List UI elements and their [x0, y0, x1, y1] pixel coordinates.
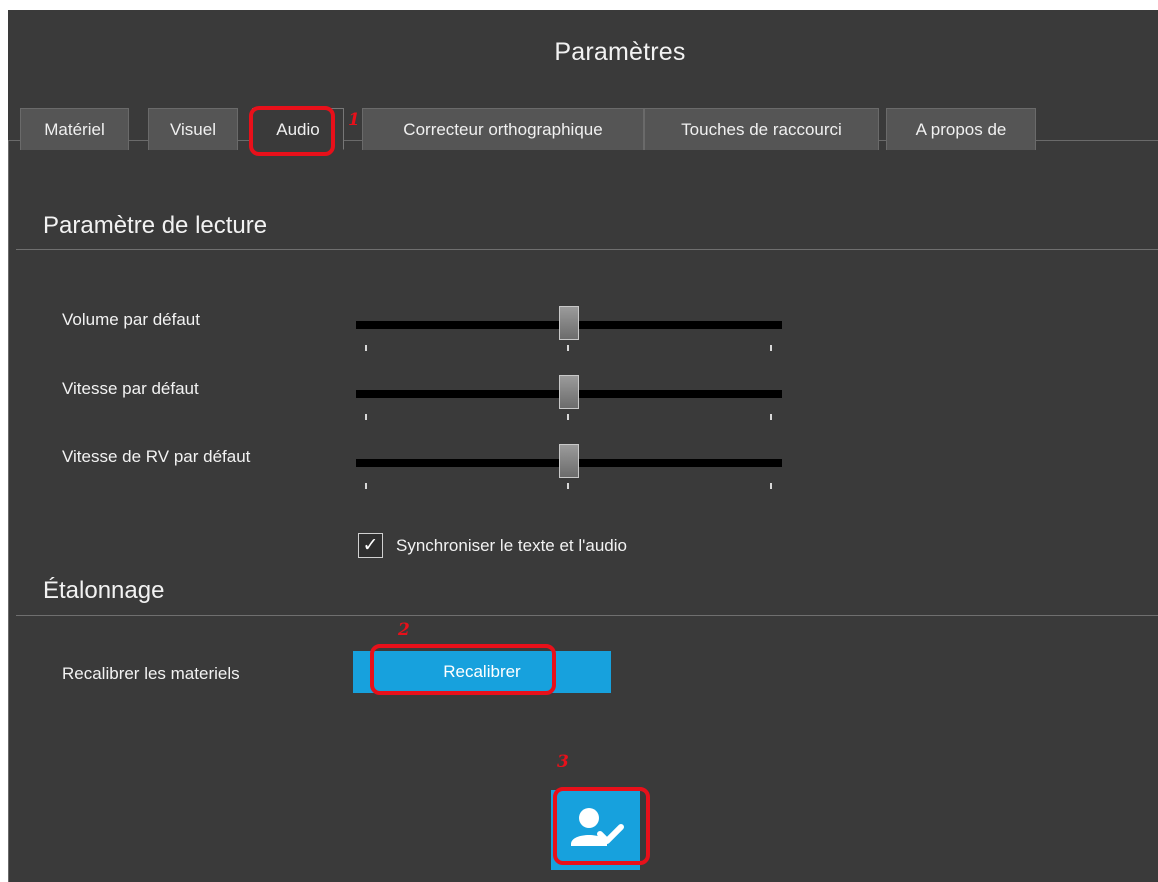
calibration-section-divider	[16, 615, 1158, 616]
default-rv-speed-slider[interactable]	[356, 444, 782, 489]
slider-thumb[interactable]	[559, 375, 579, 409]
slider-tick	[770, 483, 772, 489]
slider-thumb[interactable]	[559, 444, 579, 478]
user-check-icon	[571, 808, 624, 846]
tab-materiel[interactable]: Matériel	[20, 108, 129, 150]
annotation-number-3: 3	[557, 752, 569, 772]
slider-tick	[365, 345, 367, 351]
annotation-number-2: 2	[398, 620, 410, 640]
slider-tick	[770, 414, 772, 420]
tab-a-propos-de[interactable]: A propos de	[886, 108, 1036, 150]
slider-tick	[770, 345, 772, 351]
default-volume-slider[interactable]	[356, 306, 782, 351]
slider-tick	[567, 345, 569, 351]
annotation-number-1: 1	[348, 110, 360, 130]
tab-visuel[interactable]: Visuel	[148, 108, 238, 150]
sync-text-audio-checkbox[interactable]: ✓	[358, 533, 383, 558]
tab-correcteur-orthographique[interactable]: Correcteur orthographique	[362, 108, 644, 150]
sync-text-audio-label: Synchroniser le texte et l'audio	[396, 536, 627, 555]
default-volume-label: Volume par défaut	[62, 310, 200, 329]
tab-touches-de-raccourci[interactable]: Touches de raccourci	[644, 108, 879, 150]
tab-content-panel	[8, 140, 1158, 882]
playback-section-divider	[16, 249, 1158, 250]
default-rv-speed-label: Vitesse de RV par défaut	[62, 447, 251, 466]
slider-tick	[567, 414, 569, 420]
playback-section-title: Paramètre de lecture	[43, 212, 268, 239]
recalibrate-button[interactable]: Recalibrer	[353, 651, 611, 693]
default-speed-label: Vitesse par défaut	[62, 379, 199, 398]
tab-audio[interactable]: Audio	[252, 108, 344, 150]
window-title: Paramètres	[554, 38, 686, 66]
slider-tick	[365, 483, 367, 489]
recalibrate-row-label: Recalibrer les materiels	[62, 664, 240, 683]
slider-tick	[567, 483, 569, 489]
slider-thumb[interactable]	[559, 306, 579, 340]
confirm-user-button[interactable]	[551, 790, 640, 870]
default-speed-slider[interactable]	[356, 375, 782, 420]
calibration-section-title: Étalonnage	[43, 577, 165, 604]
slider-tick	[365, 414, 367, 420]
